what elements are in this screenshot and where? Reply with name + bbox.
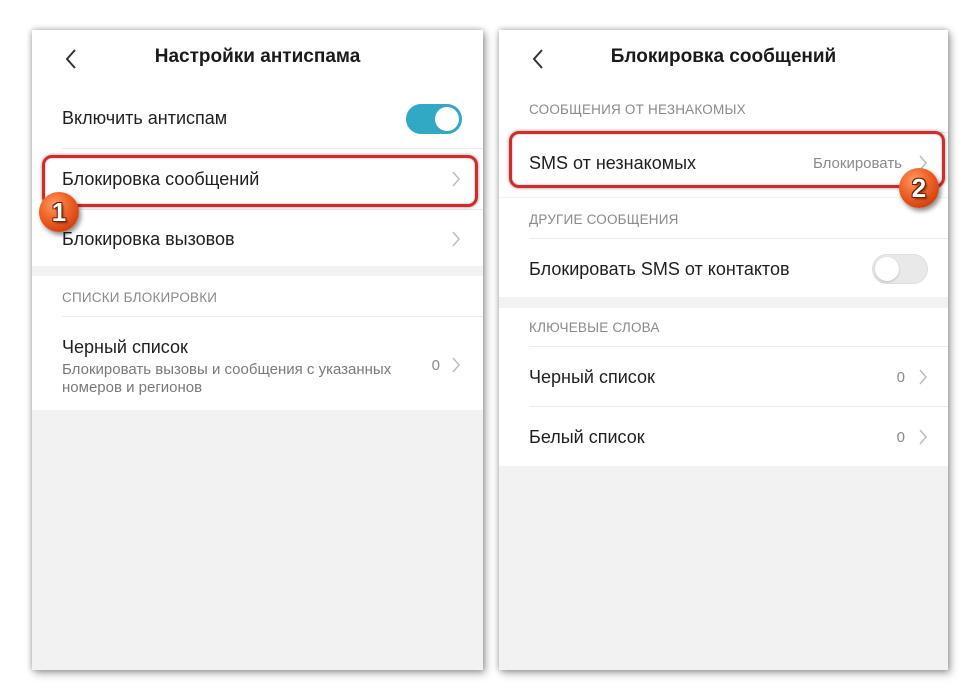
blacklist-label: Черный список (62, 337, 188, 357)
enable-antispam-row: Включить антиспам (32, 88, 483, 148)
chevron-right-icon (919, 429, 927, 445)
message-blocking-screen: Блокировка сообщений СООБЩЕНИЯ ОТ НЕЗНАК… (499, 30, 948, 670)
block-sms-contacts-toggle[interactable] (872, 254, 928, 284)
sms-unknown-row[interactable]: SMS от незнакомых Блокировать (499, 133, 948, 197)
sms-unknown-label: SMS от незнакомых (529, 153, 697, 173)
keywords-whitelist-label: Белый список (529, 427, 645, 447)
chevron-right-icon (452, 357, 460, 373)
header: Настройки антиспама (32, 30, 483, 88)
block-messages-label: Блокировка сообщений (62, 169, 260, 189)
block-sms-contacts-label: Блокировать SMS от контактов (529, 259, 790, 279)
keywords-group: КЛЮЧЕВЫЕ СЛОВА Черный список 0 Белый спи… (499, 308, 948, 466)
enable-antispam-toggle[interactable] (406, 104, 462, 134)
unknown-senders-group: СООБЩЕНИЯ ОТ НЕЗНАКОМЫХ SMS от незнакомы… (499, 88, 948, 197)
keywords-whitelist-row[interactable]: Белый список 0 (499, 407, 948, 466)
blacklist-description-line2: номеров и регионов (62, 379, 203, 396)
section-keywords: КЛЮЧЕВЫЕ СЛОВА (529, 320, 660, 335)
header: Блокировка сообщений (499, 30, 948, 88)
chevron-right-icon (452, 171, 460, 187)
enable-antispam-label: Включить антиспам (62, 108, 228, 128)
blacklist-count: 0 (431, 357, 440, 374)
block-calls-row[interactable]: Блокировка вызовов (32, 210, 483, 266)
toggle-knob (435, 107, 459, 131)
block-calls-label: Блокировка вызовов (62, 229, 235, 249)
page-title: Настройки антиспама (154, 46, 361, 67)
keywords-blacklist-row[interactable]: Черный список 0 (499, 347, 948, 406)
section-other-messages: ДРУГИЕ СООБЩЕНИЯ (529, 212, 679, 227)
blacklist-row[interactable]: Черный список Блокировать вызовы и сообщ… (32, 317, 483, 410)
main-settings-group: Включить антиспам Блокировка сообщений Б… (32, 88, 483, 266)
antispam-settings-screen: Настройки антиспама Включить антиспам Бл… (32, 30, 483, 670)
keywords-blacklist-label: Черный список (529, 367, 655, 387)
section-block-lists: СПИСКИ БЛОКИРОВКИ (62, 290, 218, 305)
block-lists-group: СПИСКИ БЛОКИРОВКИ Черный список Блокиров… (32, 276, 483, 410)
block-sms-contacts-row: Блокировать SMS от контактов (499, 239, 948, 297)
step-badge-1: 1 (39, 192, 79, 232)
chevron-right-icon (919, 369, 927, 385)
toggle-knob (875, 257, 899, 281)
other-messages-group: ДРУГИЕ СООБЩЕНИЯ Блокировать SMS от конт… (499, 198, 948, 297)
sms-unknown-value: Блокировать (812, 155, 902, 172)
section-unknown-senders: СООБЩЕНИЯ ОТ НЕЗНАКОМЫХ (529, 102, 746, 117)
block-messages-row[interactable]: Блокировка сообщений (32, 149, 483, 209)
keywords-blacklist-count: 0 (896, 369, 905, 386)
chevron-right-icon (452, 231, 460, 247)
page-title: Блокировка сообщений (610, 46, 837, 67)
step-badge-2: 2 (899, 168, 939, 208)
keywords-whitelist-count: 0 (896, 429, 905, 446)
blacklist-description-line1: Блокировать вызовы и сообщения с указанн… (62, 361, 392, 378)
